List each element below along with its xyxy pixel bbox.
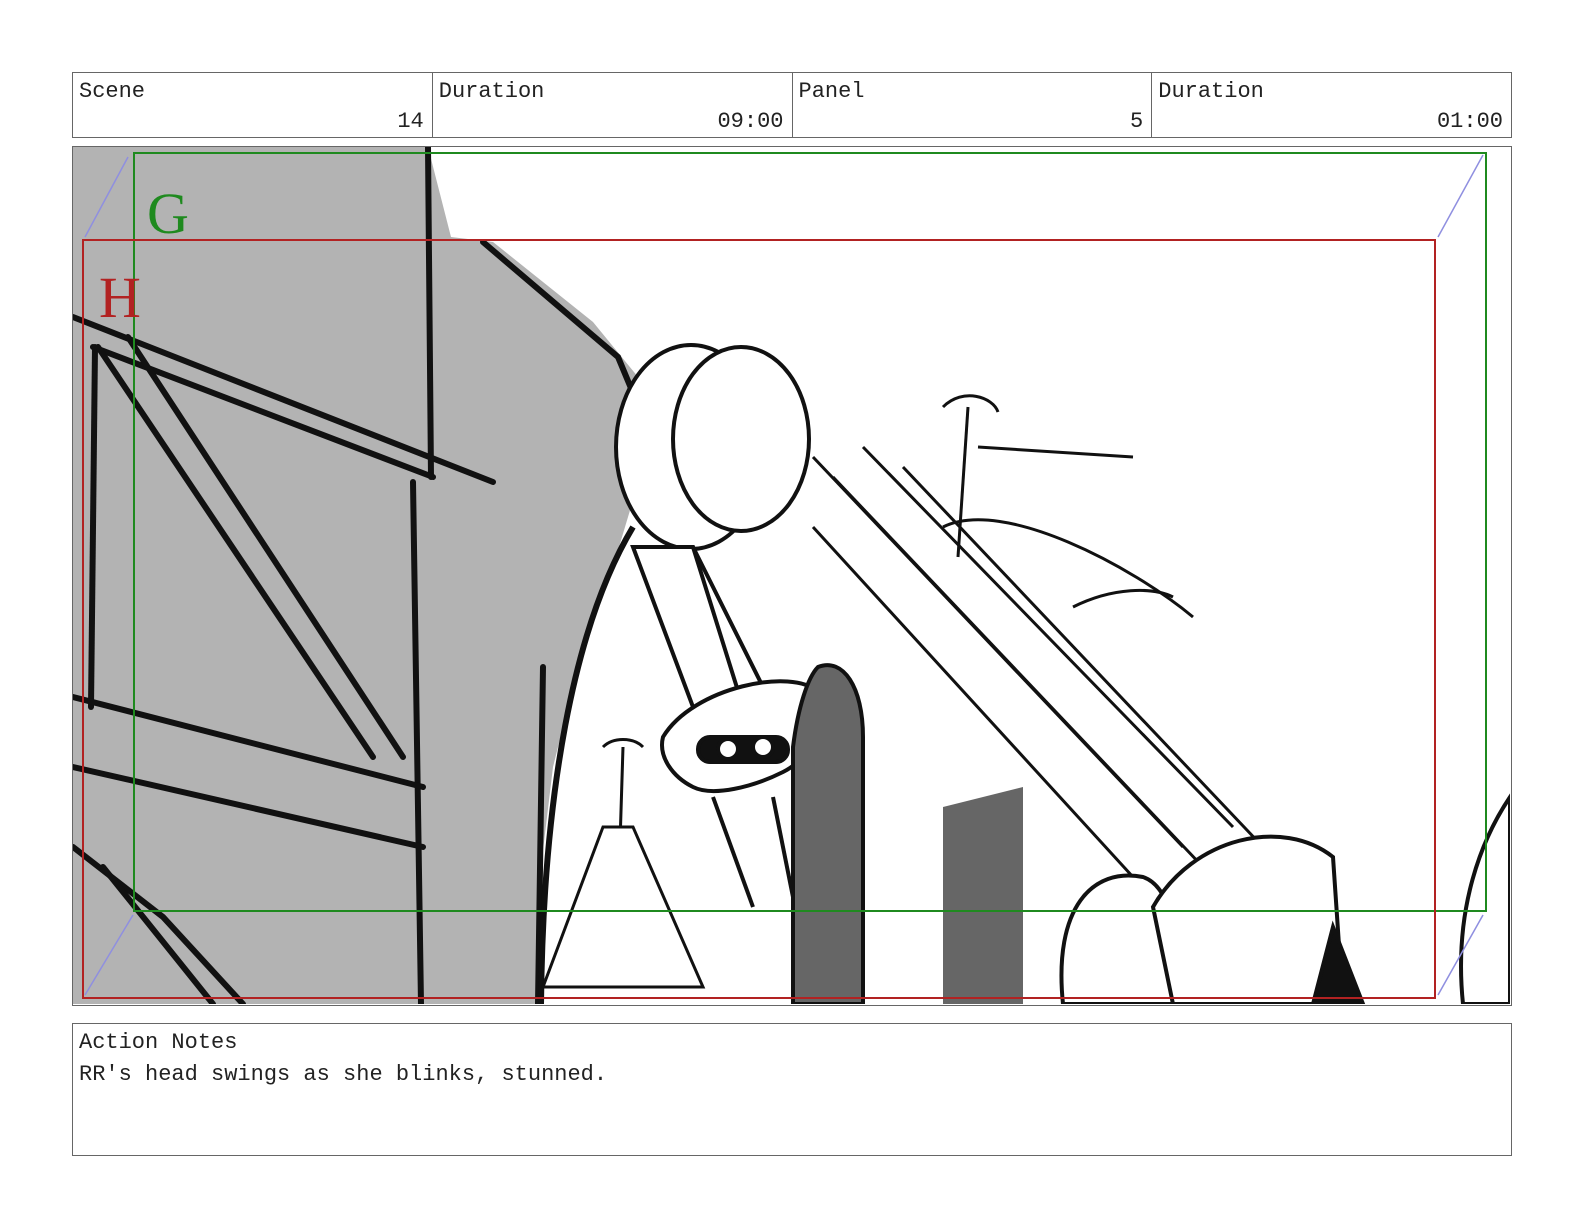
panel-sketch: G H [73,147,1510,1004]
panel-duration-cell: Duration 01:00 [1152,73,1511,137]
storyboard-panel-frame: G H [72,146,1512,1006]
scene-value: 14 [397,109,424,134]
dark-doorway [791,663,865,1004]
action-notes-text: RR's head swings as she blinks, stunned. [79,1062,608,1087]
guide-g-letter: G [147,181,189,246]
panel-duration-value: 01:00 [1436,109,1503,134]
scene-label: Scene [79,79,146,104]
panel-label: Panel [798,79,865,104]
building-wall [73,147,643,1004]
scene-duration-cell: Duration 09:00 [433,73,793,137]
guide-h-letter: H [99,265,141,330]
scene-duration-value: 09:00 [717,109,784,134]
panel-value: 5 [1130,109,1144,134]
action-notes-label: Action Notes [79,1030,238,1055]
right-objects [1059,793,1510,1004]
diagonal-roof [811,445,1265,879]
scene-cell: Scene 14 [73,73,433,137]
action-notes-box: Action Notes RR's head swings as she bli… [72,1023,1512,1156]
panel-cell: Panel 5 [793,73,1153,137]
panel-duration-label: Duration [1158,79,1264,104]
small-tent [540,825,706,989]
door-shadow [943,787,1023,1004]
storyboard-header: Scene 14 Duration 09:00 Panel 5 Duration… [72,72,1512,138]
segmented-neck [614,343,811,709]
scene-duration-label: Duration [438,79,545,104]
